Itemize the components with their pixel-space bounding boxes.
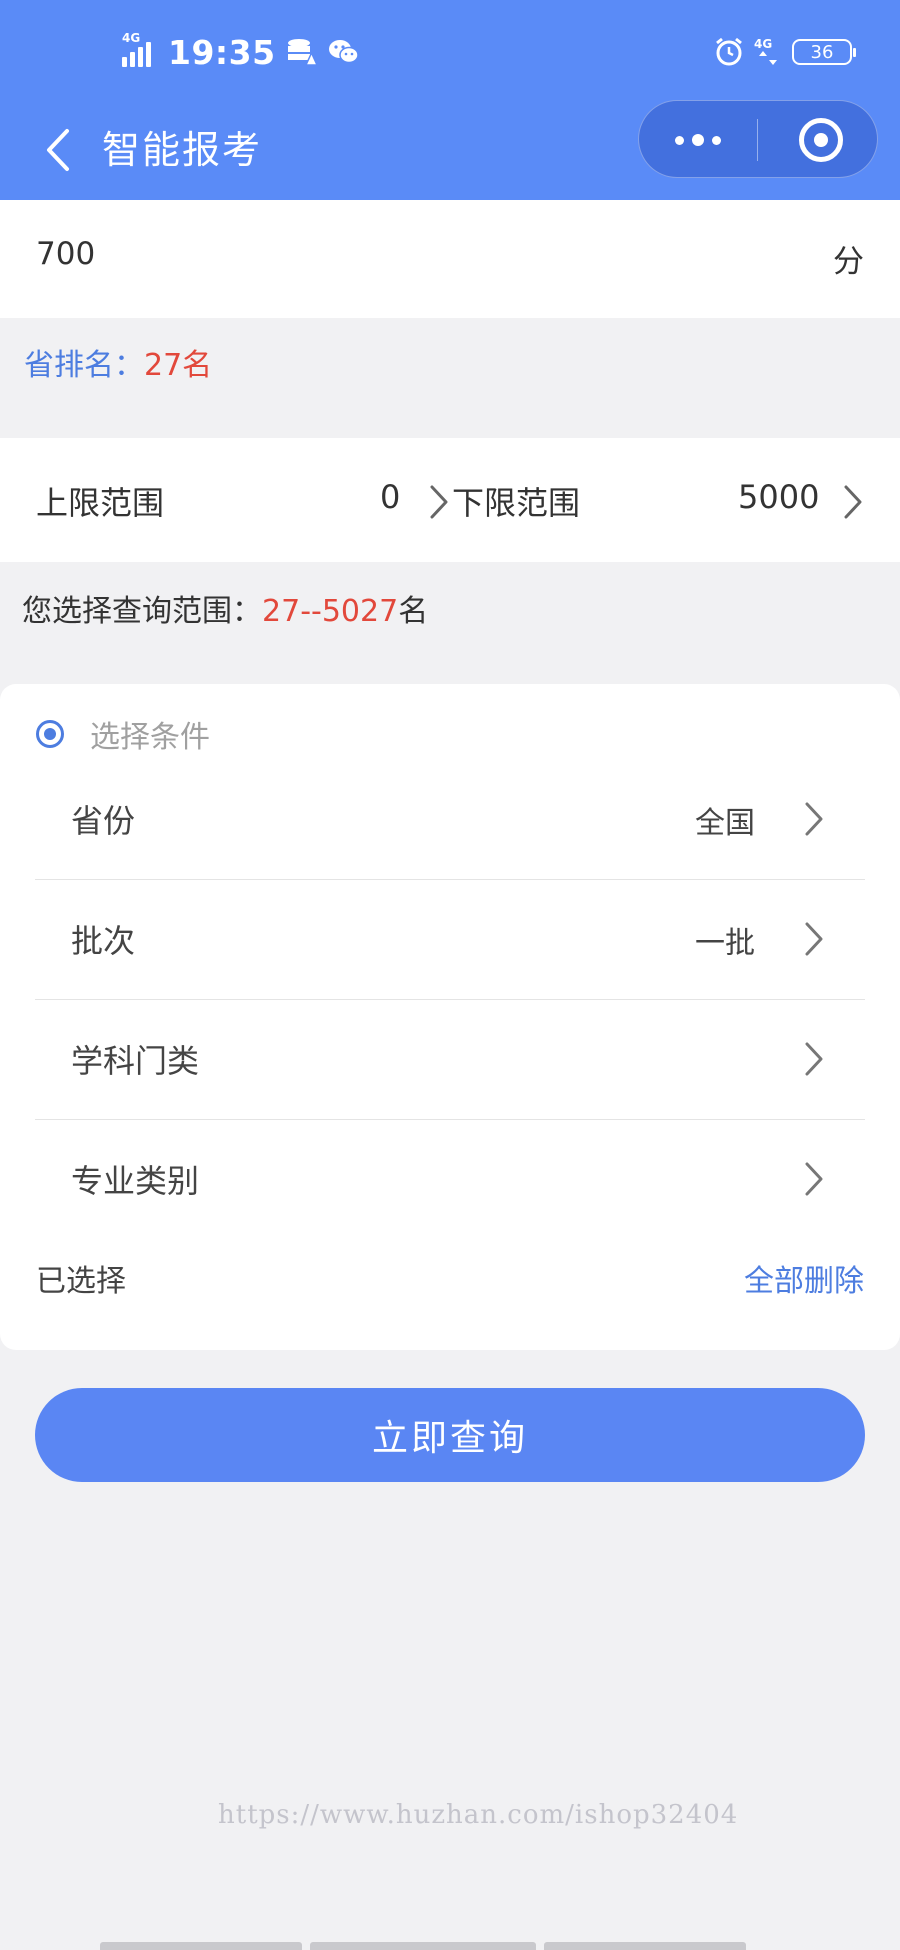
mini-program-capsule bbox=[638, 100, 878, 178]
battery-level: 36 bbox=[810, 41, 834, 63]
lower-range-value[interactable]: 5000 bbox=[738, 478, 819, 516]
score-unit: 分 bbox=[833, 244, 864, 280]
score-row[interactable]: 700 分 bbox=[0, 200, 900, 318]
watermark-text: https://www.huzhan.com/ishop32404 bbox=[218, 1800, 739, 1830]
filter-label: 学科门类 bbox=[71, 1042, 200, 1080]
chosen-range-separator: -- bbox=[300, 594, 322, 629]
filter-label: 专业类别 bbox=[71, 1162, 200, 1200]
filter-row-batch[interactable]: 批次 一批 bbox=[35, 880, 865, 1000]
chevron-right-icon bbox=[805, 1042, 823, 1076]
chosen-range-suffix: 名 bbox=[398, 594, 429, 629]
selected-label: 已选择 bbox=[36, 1264, 126, 1299]
chosen-range-prefix: 您选择查询范围： bbox=[22, 594, 262, 629]
header: 4G 19:35 4G 36 智能报考 bbox=[0, 0, 900, 200]
range-row: 上限范围 0 下限范围 5000 bbox=[0, 438, 900, 562]
battery-icon: 36 bbox=[792, 39, 856, 65]
chosen-range-start: 27 bbox=[262, 594, 301, 629]
more-menu-button[interactable] bbox=[639, 101, 757, 179]
status-time: 19:35 bbox=[168, 32, 276, 72]
chosen-range-text: 您选择查询范围：27--5027名 bbox=[22, 586, 428, 630]
score-value: 700 bbox=[36, 236, 96, 272]
status-bar: 4G 19:35 4G 36 bbox=[0, 0, 900, 100]
capsule-divider bbox=[757, 119, 758, 161]
network-icon: 4G bbox=[754, 37, 782, 67]
query-button[interactable]: 立即查询 bbox=[35, 1388, 865, 1482]
signal-label: 4G bbox=[122, 31, 141, 45]
filter-row-discipline[interactable]: 学科门类 bbox=[35, 1000, 865, 1120]
upper-range-value[interactable]: 0 bbox=[380, 478, 400, 516]
more-dots-icon bbox=[675, 135, 684, 145]
lower-range-label[interactable]: 下限范围 bbox=[452, 478, 580, 524]
chevron-right-icon bbox=[805, 1162, 823, 1196]
upper-range-label[interactable]: 上限范围 bbox=[36, 478, 164, 524]
radio-selected-icon bbox=[36, 720, 64, 748]
filter-label: 批次 bbox=[71, 922, 136, 960]
status-left: 4G 19:35 bbox=[120, 28, 360, 76]
data-saver-icon bbox=[287, 39, 318, 66]
filter-label: 省份 bbox=[71, 802, 136, 840]
filter-value: 全国 bbox=[695, 806, 755, 841]
chevron-right-icon bbox=[805, 922, 823, 956]
status-right: 4G 36 bbox=[714, 32, 856, 72]
page-title: 智能报考 bbox=[102, 128, 263, 172]
chevron-right-icon[interactable] bbox=[842, 484, 864, 520]
back-arrow-icon bbox=[47, 129, 69, 171]
nav-bar: 智能报考 bbox=[0, 100, 900, 200]
page: 4G 19:35 4G 36 智能报考 700 分 省排名：27名 上限范围 0… bbox=[0, 0, 900, 1950]
conditions-header: 选择条件 bbox=[36, 714, 210, 755]
province-rank: 省排名：27名 bbox=[24, 340, 212, 384]
filter-row-province[interactable]: 省份 全国 bbox=[35, 760, 865, 880]
signal-icon: 4G bbox=[120, 31, 160, 69]
rank-value: 27名 bbox=[144, 348, 213, 383]
filter-value: 一批 bbox=[695, 926, 755, 961]
rank-label: 省排名： bbox=[24, 348, 144, 383]
delete-all-link[interactable]: 全部删除 bbox=[744, 1256, 864, 1300]
conditions-card: 选择条件 省份 全国 批次 一批 学科门类 专业类别 已选择 全部删除 bbox=[0, 684, 900, 1350]
chevron-right-icon[interactable] bbox=[428, 484, 450, 520]
back-button[interactable] bbox=[30, 118, 86, 182]
wechat-icon bbox=[328, 40, 359, 64]
chevron-right-icon bbox=[805, 802, 823, 836]
alarm-icon bbox=[716, 37, 742, 66]
chosen-range-end: 5027 bbox=[321, 594, 399, 629]
bottom-bar bbox=[100, 1942, 746, 1950]
close-target-icon[interactable] bbox=[799, 118, 843, 162]
conditions-title: 选择条件 bbox=[90, 720, 210, 755]
network-label: 4G bbox=[754, 37, 773, 51]
filter-row-major-category[interactable]: 专业类别 bbox=[35, 1120, 865, 1240]
